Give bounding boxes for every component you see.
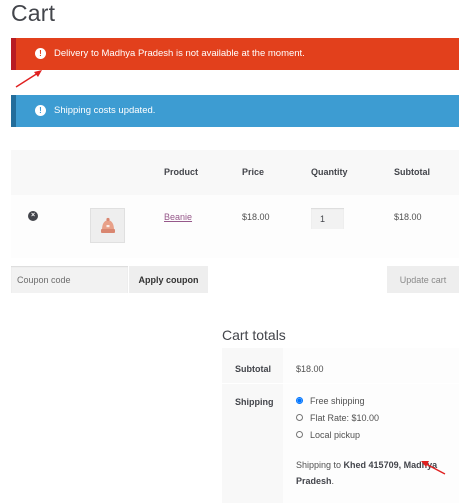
shipping-option-flat-rate-label[interactable]: Flat Rate: $10.00	[310, 413, 379, 423]
subtotal-value: $18.00	[296, 364, 324, 374]
page-title: Cart	[11, 0, 56, 26]
beanie-hat-icon	[100, 217, 115, 233]
table-row	[11, 195, 459, 258]
column-header-product: Product	[164, 167, 199, 177]
shipping-option-local-pickup-label[interactable]: Local pickup	[310, 430, 360, 440]
product-price: $18.00	[242, 212, 270, 222]
product-subtotal: $18.00	[394, 212, 422, 222]
product-thumbnail[interactable]	[90, 208, 125, 243]
exclamation-circle-icon: !	[35, 105, 46, 116]
product-link-beanie[interactable]: Beanie	[164, 212, 192, 222]
subtotal-label: Subtotal	[235, 364, 271, 374]
shipping-option-local-pickup-radio[interactable]	[296, 431, 303, 438]
error-notice: ! Delivery to Madhya Pradesh is not avai…	[11, 38, 459, 70]
update-cart-button[interactable]: Update cart	[387, 266, 459, 293]
column-header-price: Price	[242, 167, 265, 177]
shipping-option-flat-rate-radio[interactable]	[296, 414, 303, 421]
info-notice: ! Shipping costs updated.	[11, 95, 459, 127]
cart-actions: Apply coupon Update cart	[11, 266, 459, 294]
cart-table-header: Product Price Quantity Subtotal	[11, 150, 459, 195]
column-header-subtotal: Subtotal	[394, 167, 430, 177]
column-header-quantity: Quantity	[311, 167, 348, 177]
shipping-label: Shipping	[235, 397, 274, 407]
exclamation-circle-icon: !	[35, 48, 46, 59]
annotation-arrow-icon	[15, 70, 42, 88]
shipping-option-free-radio[interactable]	[296, 397, 303, 404]
cart-totals-title: Cart totals	[222, 327, 286, 343]
shipping-option-free-label[interactable]: Free shipping	[310, 396, 365, 406]
annotation-arrow-icon	[421, 461, 446, 475]
error-notice-text: Delivery to Madhya Pradesh is not availa…	[54, 48, 305, 59]
info-notice-text: Shipping costs updated.	[54, 105, 156, 116]
apply-coupon-button[interactable]: Apply coupon	[129, 266, 208, 293]
quantity-input[interactable]	[311, 208, 344, 229]
remove-x-icon[interactable]: ×	[28, 211, 38, 221]
coupon-code-input[interactable]	[11, 266, 128, 293]
